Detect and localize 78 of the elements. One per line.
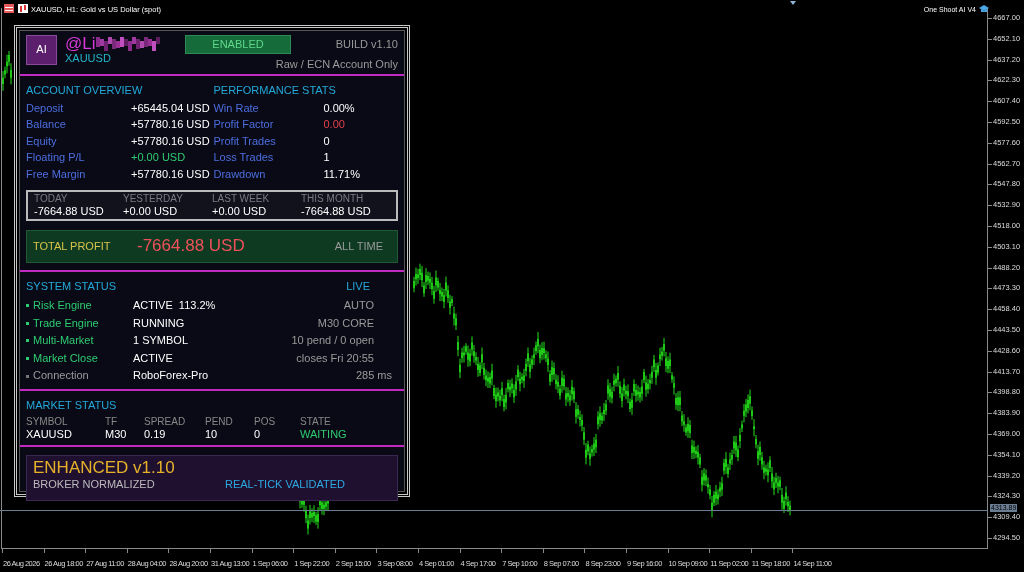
stat-label: Profit Trades: [213, 134, 277, 149]
status-value: RUNNING: [133, 316, 186, 330]
stat-value: 0: [323, 134, 330, 149]
stat-label: Win Rate: [213, 101, 260, 116]
section-title: ACCOUNT OVERVIEW: [26, 84, 144, 98]
candlestick-chart-drawing: [2, 50, 12, 92]
stat-value: +0.00 USD: [131, 151, 186, 166]
footer-title: ENHANCED v1.10: [33, 459, 176, 478]
table-cell-text: WAITING: [300, 428, 348, 442]
section-title: MARKET STATUS: [26, 398, 118, 412]
stat-label: Profit Factor: [213, 118, 275, 133]
stat-value: +65445.04 USD: [131, 101, 210, 116]
stat-label: Floating P/L: [26, 151, 86, 166]
column-header: SYMBOL: [26, 416, 69, 428]
table-cell-text: XAUUSD: [26, 428, 73, 442]
status-value: RoboForex-Pro: [133, 369, 210, 383]
stat-label: Drawdown: [213, 167, 267, 182]
status-detail: 10 pend / 0 open: [290, 334, 374, 348]
graduation-cap-icon: [979, 5, 989, 13]
status-detail: M30 CORE: [316, 316, 374, 330]
column-header: SPREAD: [144, 416, 187, 428]
period-label: TODAY: [34, 193, 69, 206]
stat-value: 0.00: [323, 118, 345, 133]
status-value: ACTIVE: [133, 351, 174, 365]
period-value: -7664.88 USD: [34, 205, 105, 219]
stat-value: 11.71%: [323, 167, 360, 182]
section-title: PERFORMANCE STATS: [213, 84, 337, 98]
status-value: 1 SYMBOL: [133, 334, 190, 348]
table-cell-text: 0.19: [144, 428, 167, 442]
stat-value: +57780.16 USD: [131, 134, 210, 149]
table-cell-text: 0: [254, 428, 262, 442]
stat-value: 0.00%: [323, 101, 355, 116]
status-label: Market Close: [33, 351, 99, 365]
period-label: THIS MONTH: [301, 193, 365, 206]
column-header: POS: [254, 416, 277, 428]
status-label: Connection: [33, 369, 90, 383]
stat-label: Balance: [26, 118, 67, 133]
account-note: Raw / ECN Account Only: [275, 58, 398, 71]
stat-label: Loss Trades: [213, 151, 275, 166]
status-label: Multi-Market: [33, 334, 95, 348]
section-title: SYSTEM STATUS: [26, 279, 117, 293]
status-detail: closes Fri 20:55: [295, 351, 374, 365]
mode-label: LIVE: [346, 279, 370, 293]
table-cell-text: M30: [105, 428, 128, 442]
period-label: YESTERDAY: [123, 193, 184, 206]
stat-value: +57780.16 USD: [131, 118, 210, 133]
footer-note: BROKER NORMALIZED: [33, 477, 156, 492]
footer-note: REAL-TICK VALIDATED: [225, 477, 345, 492]
symbol-label: XAUUSD: [65, 52, 112, 66]
total-profit-label: TOTAL PROFIT: [33, 239, 112, 254]
column-header: PEND: [205, 416, 234, 428]
stat-value: 1: [323, 151, 330, 166]
status-detail: AUTO: [342, 299, 374, 313]
total-profit-value: -7664.88 USD: [137, 236, 246, 257]
shift-marker-icon[interactable]: [790, 1, 796, 5]
chart-type-icon[interactable]: [18, 4, 28, 13]
status-value: ACTIVE 113.2%: [133, 299, 217, 313]
status-label: Risk Engine: [33, 299, 93, 313]
status-label: Trade Engine: [33, 316, 100, 330]
stat-label: Deposit: [26, 101, 65, 116]
blur-overlay: [95, 36, 160, 51]
stat-value: +57780.16 USD: [131, 167, 210, 182]
column-header: STATE: [300, 416, 332, 428]
account-name: @Li: [65, 35, 96, 52]
status-detail: 285 ms: [354, 369, 392, 383]
period-value: -7664.88 USD: [301, 205, 372, 219]
stat-label: Free Margin: [26, 167, 87, 182]
period-value: +0.00 USD: [123, 205, 179, 219]
build-label: BUILD v1.10: [335, 38, 398, 52]
period-label: LAST WEEK: [212, 193, 271, 206]
column-header: TF: [105, 416, 119, 428]
period-value: +0.00 USD: [212, 205, 268, 219]
scope-label: ALL TIME: [334, 239, 383, 254]
stat-label: Equity: [26, 134, 58, 149]
chart-menu-icon[interactable]: [4, 4, 14, 13]
logo-badge: AI: [26, 35, 57, 65]
table-cell-text: 10: [205, 428, 219, 442]
status-badge: ENABLED: [185, 35, 291, 55]
